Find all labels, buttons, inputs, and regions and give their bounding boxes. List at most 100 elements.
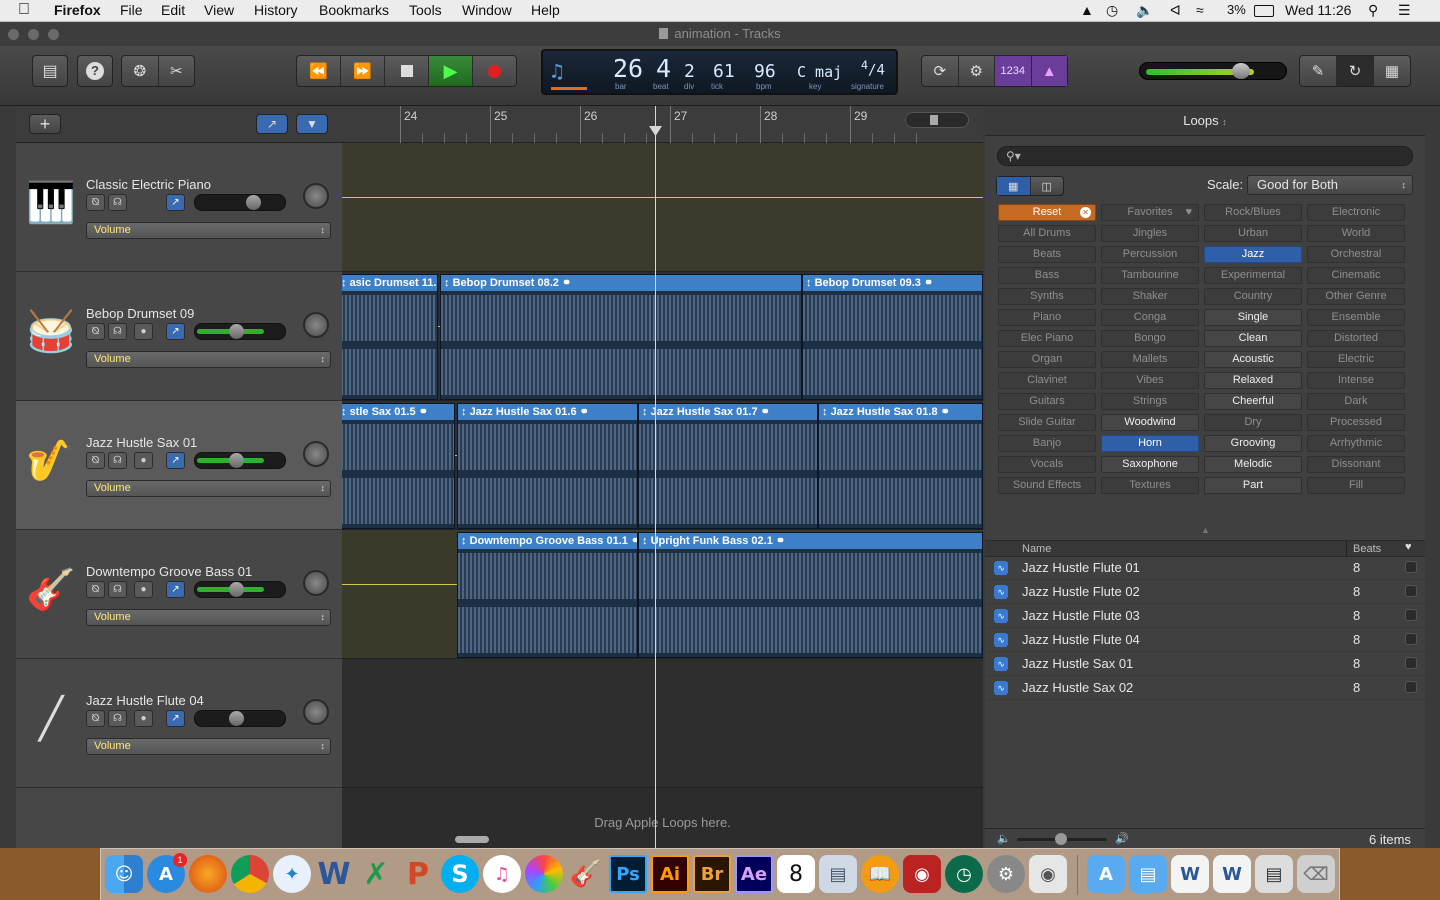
preview-volume-knob[interactable]	[1055, 833, 1067, 845]
track-automation-button[interactable]: ↗	[166, 323, 185, 340]
lcd-tempo[interactable]: 96	[754, 61, 776, 82]
rewind-button[interactable]: ⏪	[297, 56, 341, 86]
finder-icon[interactable]: ☺	[105, 855, 143, 893]
audio-region[interactable]: ↕ Jazz Hustle Sax 01.7 ⚭	[638, 403, 818, 529]
track-pan-knob[interactable]	[303, 699, 329, 725]
loop-result-row[interactable]: ∿ Jazz Hustle Sax 01 8	[985, 652, 1425, 676]
editors-button[interactable]: ✂	[159, 56, 195, 86]
timeline-ruler[interactable]: 24 25 26 27 28 29	[342, 106, 983, 143]
region-header[interactable]: ↕ Downtempo Groove Bass 01.1 ⚭	[458, 533, 637, 549]
menu-file[interactable]: File	[120, 2, 143, 18]
keyword-mallets[interactable]: Mallets	[1101, 351, 1199, 368]
keyword-elec-piano[interactable]: Elec Piano	[998, 330, 1096, 347]
keyword-country[interactable]: Country	[1204, 288, 1302, 305]
track-header[interactable]: 🎷 Jazz Hustle Sax 01 ⦰ ☊ ● ↗ Volume ↕	[16, 401, 342, 530]
keyword-intense[interactable]: Intense	[1307, 372, 1405, 389]
menu-bookmarks[interactable]: Bookmarks	[319, 2, 389, 18]
menu-help[interactable]: Help	[531, 2, 560, 18]
keyword-dry[interactable]: Dry	[1204, 414, 1302, 431]
keyword-dissonant[interactable]: Dissonant	[1307, 456, 1405, 473]
window-minimize-button[interactable]	[28, 29, 39, 40]
favorite-checkbox[interactable]	[1405, 657, 1417, 669]
track-lane[interactable]	[342, 143, 983, 272]
keyword-processed[interactable]: Processed	[1307, 414, 1405, 431]
solo-button[interactable]: ☊	[108, 323, 127, 340]
skype-icon[interactable]: S	[441, 855, 479, 893]
documents-folder-icon[interactable]: ▤	[1129, 855, 1167, 893]
record-enable-button[interactable]: ●	[134, 710, 153, 727]
flute-icon[interactable]: ╱	[26, 689, 76, 749]
track-volume-slider[interactable]	[194, 710, 286, 727]
apple-menu-icon[interactable]: 	[18, 1, 30, 19]
bluetooth-icon[interactable]: ᐊ	[1170, 2, 1181, 19]
record-button[interactable]	[473, 56, 516, 86]
track-lane[interactable]	[342, 659, 983, 788]
loop-result-row[interactable]: ∿ Jazz Hustle Flute 01 8	[985, 556, 1425, 580]
record-enable-button[interactable]: ●	[134, 581, 153, 598]
playhead[interactable]	[649, 106, 662, 848]
keyword-all-drums[interactable]: All Drums	[998, 225, 1096, 242]
quick-help-button[interactable]: ?	[77, 55, 113, 87]
word-document-icon-2[interactable]: W	[1213, 855, 1251, 893]
add-track-button[interactable]: +	[29, 114, 61, 134]
lcd-display[interactable]: ♫ 26 4 2 61 96 C maj 4/4 bar beat div ti…	[541, 49, 898, 95]
keyword-vibes[interactable]: Vibes	[1101, 372, 1199, 389]
keyword-percussion[interactable]: Percussion	[1101, 246, 1199, 263]
solo-button[interactable]: ☊	[108, 194, 127, 211]
keyword-melodic[interactable]: Melodic	[1204, 456, 1302, 473]
garageband-icon[interactable]: 🎸	[567, 855, 605, 893]
keyword-distorted[interactable]: Distorted	[1307, 330, 1405, 347]
region-header[interactable]: ↕ asic Drumset 11.5 ⚭	[342, 275, 437, 291]
loop-browser-header[interactable]: Loops ↕	[985, 106, 1425, 136]
keyword-strings[interactable]: Strings	[1101, 393, 1199, 410]
word-icon[interactable]: W	[315, 855, 353, 893]
track-header[interactable]: 🥁 Bebop Drumset 09 ⦰ ☊ ● ↗ Volume ↕	[16, 272, 342, 401]
keyword-woodwind[interactable]: Woodwind	[1101, 414, 1199, 431]
column-beats-header[interactable]: Beats	[1353, 543, 1381, 555]
piano-icon[interactable]: 🎹	[26, 173, 76, 233]
trash-icon[interactable]: ⌫	[1297, 855, 1335, 893]
wifi-icon[interactable]: ≈	[1196, 2, 1204, 18]
solo-button[interactable]: ☊	[108, 581, 127, 598]
keyword-other-genre[interactable]: Other Genre	[1307, 288, 1405, 305]
show-automation-button[interactable]: ↗	[256, 114, 288, 134]
screenshot-stack-icon[interactable]: ▤	[1255, 855, 1293, 893]
menu-tools[interactable]: Tools	[409, 2, 442, 18]
loop-result-row[interactable]: ∿ Jazz Hustle Flute 04 8	[985, 628, 1425, 652]
track-volume-knob[interactable]	[229, 582, 244, 597]
keyword-conga[interactable]: Conga	[1101, 309, 1199, 326]
stop-button[interactable]	[385, 56, 429, 86]
favorite-checkbox[interactable]	[1405, 561, 1417, 573]
scale-select[interactable]: Good for Both ↕	[1247, 175, 1413, 195]
track-volume-slider[interactable]	[194, 581, 286, 598]
track-name[interactable]: Jazz Hustle Flute 04	[86, 693, 204, 708]
track-automation-button[interactable]: ↗	[166, 452, 185, 469]
keyword-tambourine[interactable]: Tambourine	[1101, 267, 1199, 284]
keyword-relaxed[interactable]: Relaxed	[1204, 372, 1302, 389]
button-view-button[interactable]: ▦	[997, 177, 1031, 195]
region-header[interactable]: ↕ Upright Funk Bass 02.1 ⚭	[639, 533, 982, 549]
track-header[interactable]: ╱ Jazz Hustle Flute 04 ⦰ ☊ ● ↗ Volume ↕	[16, 659, 342, 788]
loop-search-input[interactable]: ⚲▾	[997, 146, 1413, 166]
favorites-heart-icon[interactable]: ♥	[1405, 541, 1412, 553]
favorite-checkbox[interactable]	[1405, 609, 1417, 621]
preview-icon[interactable]: ▤	[819, 855, 857, 893]
keyword-sound-effects[interactable]: Sound Effects	[998, 477, 1096, 494]
media-browser-button[interactable]: ▦	[1374, 56, 1410, 86]
photo-booth-icon[interactable]: ◉	[903, 855, 941, 893]
audio-region[interactable]: ↕ Jazz Hustle Sax 01.8 ⚭	[818, 403, 983, 529]
word-document-icon[interactable]: W	[1171, 855, 1209, 893]
track-volume-knob[interactable]	[246, 195, 261, 210]
keyword-jingles[interactable]: Jingles	[1101, 225, 1199, 242]
loop-result-row[interactable]: ∿ Jazz Hustle Flute 02 8	[985, 580, 1425, 604]
keyword-favorites[interactable]: Favorites ♥	[1101, 204, 1199, 221]
track-volume-slider[interactable]	[194, 323, 286, 340]
keyword-cinematic[interactable]: Cinematic	[1307, 267, 1405, 284]
keyword-dark[interactable]: Dark	[1307, 393, 1405, 410]
metronome-button[interactable]: ▲	[1031, 56, 1067, 86]
zoom-knob[interactable]	[930, 115, 938, 125]
photoshop-icon[interactable]: Ps	[609, 855, 647, 893]
menu-edit[interactable]: Edit	[161, 2, 185, 18]
keyword-organ[interactable]: Organ	[998, 351, 1096, 368]
favorite-checkbox[interactable]	[1405, 681, 1417, 693]
